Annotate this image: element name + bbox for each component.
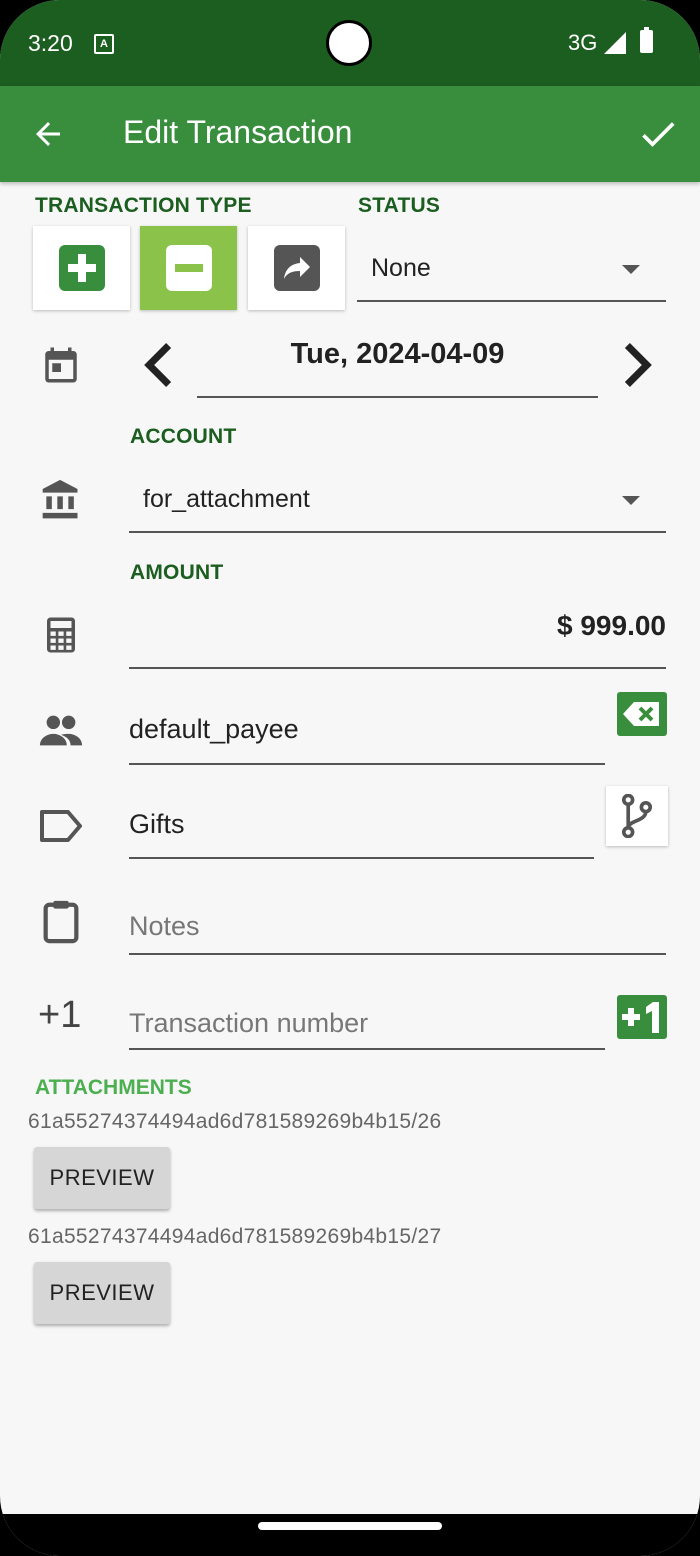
type-expense-button[interactable] [140,226,237,310]
amount-underline [129,667,666,669]
people-icon [39,715,83,746]
navigation-bar [0,1514,700,1556]
signal-icon [604,32,626,54]
tag-icon [40,810,82,842]
increment-number-icon[interactable] [617,995,667,1039]
notes-underline [129,953,666,955]
amount-label: AMOUNT [130,561,224,584]
page-title: Edit Transaction [123,114,353,150]
category-underline [129,857,594,859]
bank-icon [42,479,78,519]
app-bar: Edit Transaction [0,86,700,182]
battery-icon [640,27,653,53]
account-dropdown-icon[interactable] [622,496,640,505]
status-underline [357,300,666,302]
account-underline [129,531,666,533]
share-arrow-icon [273,245,320,291]
plus-icon [58,245,105,291]
notification-icon: A [94,34,114,54]
type-transfer-button[interactable] [248,226,345,310]
home-gesture-bar[interactable] [258,1522,442,1530]
attachments-label: ATTACHMENTS [35,1076,192,1099]
clear-payee-icon[interactable] [617,692,667,736]
status-time: 3:20 [28,30,73,56]
split-button[interactable] [606,786,668,846]
network-type: 3G [568,30,598,55]
account-select[interactable]: for_attachment [143,485,310,514]
number-prefix: +1 [38,994,82,1036]
category-field[interactable]: Gifts [129,809,185,840]
transaction-type-label: TRANSACTION TYPE [35,194,252,217]
save-check-icon[interactable] [636,112,680,156]
preview-button-2[interactable]: PREVIEW [34,1262,170,1324]
minus-icon [165,245,212,291]
previous-date-icon[interactable] [140,342,176,388]
type-income-button[interactable] [33,226,130,310]
next-date-icon[interactable] [620,342,656,388]
calculator-icon[interactable] [40,612,82,658]
attachment-name-2: 61a55274374494ad6d781589269b4b15/27 [28,1225,442,1248]
phone-screen: 3:20 A 3G Edit Transaction TRANSACTION T… [0,0,700,1556]
date-underline [197,396,598,398]
clipboard-icon [43,900,79,944]
transaction-number-field[interactable]: Transaction number [129,1008,368,1039]
notes-field[interactable]: Notes [129,911,200,942]
amount-field[interactable]: $ 999.00 [129,610,666,642]
payee-field[interactable]: default_payee [129,714,299,745]
preview-button-1[interactable]: PREVIEW [34,1147,170,1209]
payee-underline [129,763,605,765]
status-dropdown-icon[interactable] [622,265,640,274]
calendar-icon[interactable] [40,343,82,387]
account-label: ACCOUNT [130,425,237,448]
attachment-name-1: 61a55274374494ad6d781589269b4b15/26 [28,1110,442,1133]
status-bar: 3:20 A 3G [0,0,700,86]
split-fork-icon [621,794,653,838]
camera-cutout [326,20,372,66]
back-arrow-icon[interactable] [30,116,66,152]
date-field[interactable]: Tue, 2024-04-09 [197,338,598,371]
status-select[interactable]: None [371,254,431,283]
transaction-number-underline [129,1048,605,1050]
status-label: STATUS [358,194,441,217]
